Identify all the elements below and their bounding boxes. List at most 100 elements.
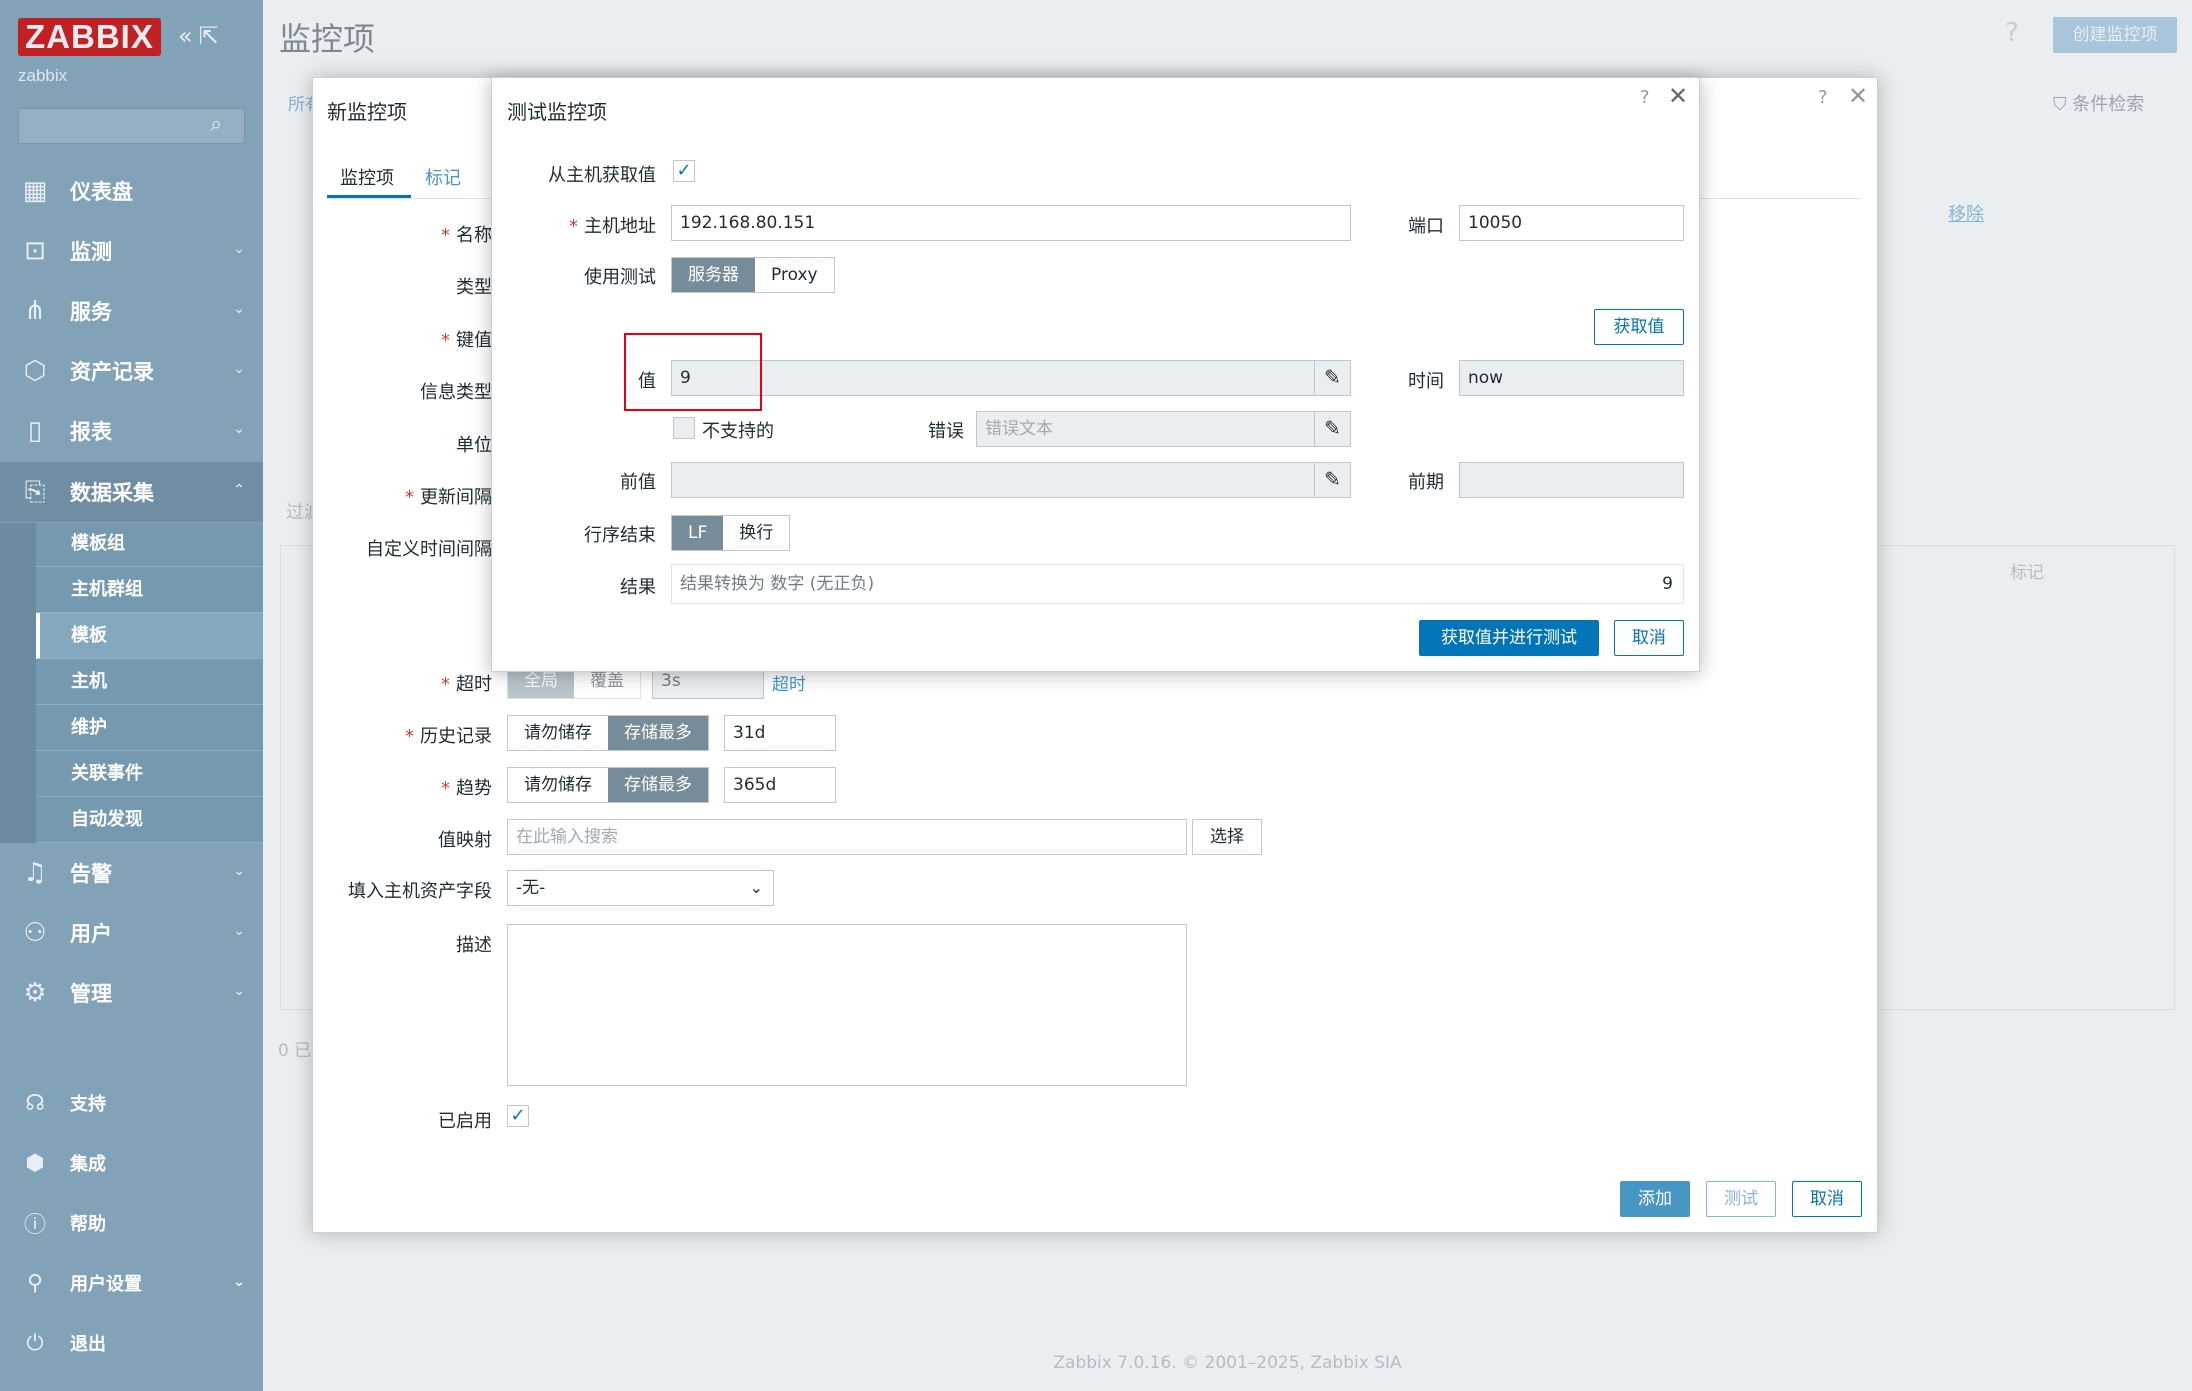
history-input[interactable]: 31d (724, 715, 836, 751)
label-custom-intervals: 自定义时间间隔 (366, 539, 492, 560)
history-do-not-store-option[interactable]: 请勿储存 (508, 716, 608, 750)
nav-sign-out[interactable]: ⏻ 退出 (0, 1318, 263, 1368)
close-icon[interactable]: ✕ (1848, 82, 1868, 110)
value-input[interactable]: 9 ✎ (671, 360, 1351, 396)
get-value-and-test-button[interactable]: 获取值并进行测试 (1419, 620, 1599, 656)
submenu-template-groups[interactable]: 模板组 (36, 521, 263, 567)
nav-label: 资产记录 (70, 360, 154, 384)
nav-integrations[interactable]: ⬢ 集成 (0, 1138, 263, 1188)
help-icon[interactable]: ? (1818, 87, 1828, 108)
previous-time-input[interactable] (1459, 462, 1684, 498)
nav-label: 仪表盘 (70, 180, 133, 204)
valuemap-select-button[interactable]: 选择 (1192, 819, 1262, 855)
pencil-icon[interactable]: ✎ (1314, 411, 1350, 447)
dashboard-icon: ▦ (22, 176, 48, 206)
nav-administration[interactable]: ⚙ 管理 ⌄ (0, 963, 263, 1023)
nav-support[interactable]: ☊ 支持 (0, 1078, 263, 1128)
port-input[interactable]: 10050 (1459, 205, 1684, 241)
zabbix-logo[interactable]: ZABBIX (18, 18, 161, 56)
chevron-down-icon: ⌄ (233, 241, 245, 257)
pencil-icon[interactable]: ✎ (1314, 462, 1350, 498)
timeout-link[interactable]: 超时 (772, 670, 806, 695)
reports-icon: ▯ (27, 416, 43, 446)
trends-input[interactable]: 365d (724, 767, 836, 803)
submenu-host-groups[interactable]: 主机群组 (36, 567, 263, 613)
label-timeout: * 超时 (441, 674, 492, 695)
get-value-button[interactable]: 获取值 (1594, 309, 1684, 345)
enabled-checkbox[interactable]: ✓ (507, 1105, 529, 1127)
nav-data-collection[interactable]: ⎘ 数据采集 ⌃ (0, 462, 263, 522)
submenu-maintenance[interactable]: 维护 (36, 705, 263, 751)
services-icon: ⋔ (24, 296, 46, 326)
result-field: 结果转换为 数字 (无正负) 9 (671, 564, 1684, 604)
time-input[interactable]: now (1459, 360, 1684, 396)
label-host-address: * 主机地址 (569, 216, 656, 237)
get-value-from-host-checkbox[interactable]: ✓ (673, 160, 695, 182)
label-previous-value: 前值 (620, 472, 656, 493)
inventory-field-select[interactable]: -无- ⌄ (507, 870, 774, 906)
nav-users[interactable]: ⚇ 用户 ⌄ (0, 903, 263, 963)
not-supported-checkbox[interactable] (673, 417, 695, 439)
highlight-box (624, 333, 762, 411)
host-address-input[interactable]: 192.168.80.151 (671, 205, 1351, 241)
nav-dashboard[interactable]: ▦ 仪表盘 (0, 161, 263, 221)
eol-toggle[interactable]: LF 换行 (671, 515, 791, 551)
add-button[interactable]: 添加 (1620, 1181, 1690, 1217)
help-icon[interactable]: ? (1640, 87, 1650, 108)
nav-services[interactable]: ⋔ 服务 ⌄ (0, 281, 263, 341)
previous-value-input[interactable]: ✎ (671, 462, 1351, 498)
eol-crlf-option[interactable]: 换行 (723, 516, 790, 550)
nav-help[interactable]: ⓘ 帮助 (0, 1198, 263, 1248)
nav-reports[interactable]: ▯ 报表 ⌄ (0, 401, 263, 461)
nav-monitoring[interactable]: ⊡ 监测 ⌄ (0, 221, 263, 281)
history-mode-toggle[interactable]: 请勿储存 存储最多 (507, 715, 709, 751)
monitoring-icon: ⊡ (24, 236, 46, 266)
test-with-toggle[interactable]: 服务器 Proxy (671, 257, 835, 293)
search-icon[interactable]: ⌕ (210, 112, 222, 137)
result-value: 9 (1662, 574, 1673, 594)
label-get-value-from-host: 从主机获取值 (548, 165, 656, 186)
tab-tags[interactable]: 标记 (425, 164, 461, 190)
test-cancel-button[interactable]: 取消 (1614, 620, 1684, 656)
label-description: 描述 (456, 935, 492, 956)
error-input[interactable]: 错误文本 ✎ (976, 411, 1351, 447)
tab-item[interactable]: 监控项 (340, 164, 394, 190)
signout-icon: ⏻ (26, 1330, 44, 1356)
valuemap-search-input[interactable]: 在此输入搜索 (507, 819, 1187, 855)
submenu-event-correlation[interactable]: 关联事件 (36, 751, 263, 797)
submenu-hosts[interactable]: 主机 (36, 659, 263, 705)
nav-inventory[interactable]: ⬡ 资产记录 ⌄ (0, 341, 263, 401)
test-with-server-option[interactable]: 服务器 (672, 258, 755, 292)
nav-user-settings[interactable]: ⚲ 用户设置 ⌄ (0, 1258, 263, 1308)
eol-lf-option[interactable]: LF (672, 516, 724, 550)
submenu-templates[interactable]: 模板 (36, 613, 263, 659)
trends-do-not-store-option[interactable]: 请勿储存 (508, 768, 608, 802)
users-icon: ⚇ (23, 918, 47, 948)
nav-alerts[interactable]: ♫ 告警 ⌄ (0, 843, 263, 903)
nav-label: 用户设置 (70, 1274, 142, 1295)
history-store-up-to-option[interactable]: 存储最多 (608, 716, 708, 750)
label-inventory-field: 填入主机资产字段 (348, 881, 492, 902)
nav-label: 用户 (70, 922, 112, 946)
close-icon[interactable]: ✕ (1668, 82, 1688, 110)
submenu-discovery[interactable]: 自动发现 (36, 797, 263, 843)
pencil-icon[interactable]: ✎ (1314, 360, 1350, 396)
label-trends: * 趋势 (441, 778, 492, 799)
trends-mode-toggle[interactable]: 请勿储存 存储最多 (507, 767, 709, 803)
test-button[interactable]: 测试 (1706, 1181, 1776, 1217)
nav-label: 服务 (70, 300, 112, 324)
cancel-button[interactable]: 取消 (1792, 1181, 1862, 1217)
chevron-down-icon: ⌄ (233, 361, 245, 377)
sidebar-collapse-icon[interactable]: «⇱ (178, 22, 225, 50)
test-with-proxy-option[interactable]: Proxy (755, 258, 834, 292)
label-units: 单位 (456, 435, 492, 456)
chevron-down-icon: ⌄ (233, 983, 245, 999)
trends-store-up-to-option[interactable]: 存储最多 (608, 768, 708, 802)
label-time: 时间 (1408, 371, 1444, 392)
label-eol-sequence: 行序结束 (584, 525, 656, 546)
label-test-with: 使用测试 (584, 267, 656, 288)
nav-label: 集成 (70, 1154, 106, 1175)
nav-label: 报表 (70, 420, 112, 444)
description-textarea[interactable] (507, 924, 1187, 1086)
dialog-title: 新监控项 (327, 100, 407, 124)
